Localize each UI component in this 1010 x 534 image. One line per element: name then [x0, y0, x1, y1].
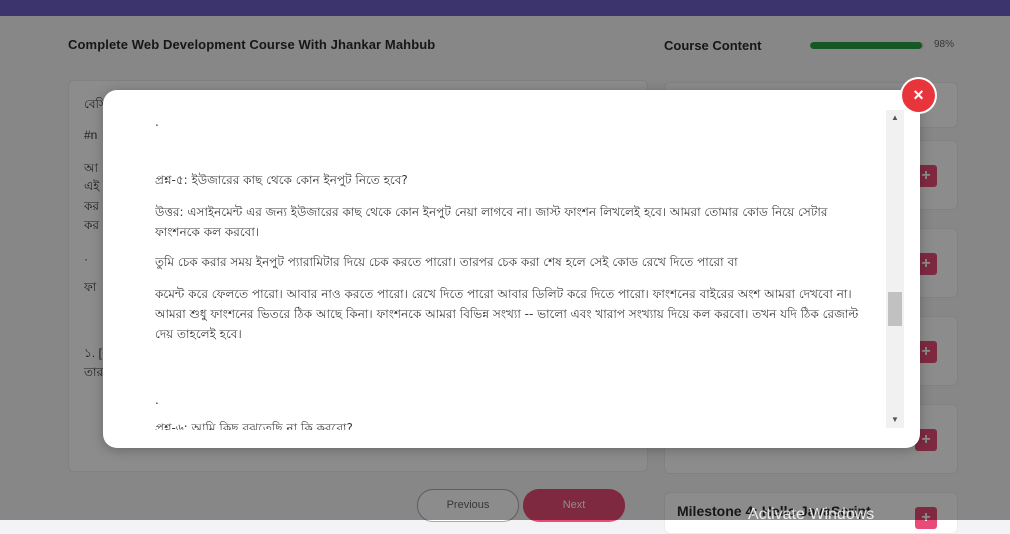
modal-scrollbar-thumb[interactable]	[888, 292, 902, 326]
question-heading: প্রশ্ন-৫: ইউজারের কাছ থেকে কোন ইনপুট নিত…	[155, 173, 408, 187]
close-modal-button[interactable]: ×	[902, 79, 935, 112]
answer-paragraph: কমেন্ট করে ফেলতে পারো। আবার নাও করতে পার…	[155, 287, 859, 341]
modal-dot: .	[155, 393, 159, 407]
modal-scroll-content[interactable]: . প্রশ্ন-৫: ইউজারের কাছ থেকে কোন ইনপুট ন…	[155, 108, 883, 430]
answer-paragraph: উত্তর: এসাইনমেন্ট এর জন্য ইউজারের কাছ থে…	[155, 205, 828, 239]
activate-windows-watermark: Activate Windows	[748, 506, 875, 523]
scroll-down-arrow-icon[interactable]: ▼	[886, 413, 904, 427]
next-question-heading: প্রশ্ন-৬: আমি কিছু বুঝতেছি না কি করবো?	[155, 421, 353, 430]
modal-dot: .	[155, 115, 159, 129]
scroll-up-arrow-icon[interactable]: ▲	[886, 111, 904, 125]
modal-scrollbar-track[interactable]	[886, 110, 904, 428]
modal-dialog: . প্রশ্ন-৫: ইউজারের কাছ থেকে কোন ইনপুট ন…	[103, 90, 920, 448]
answer-paragraph: তুমি চেক করার সময় ইনপুট প্যারামিটার দিয…	[155, 255, 738, 269]
